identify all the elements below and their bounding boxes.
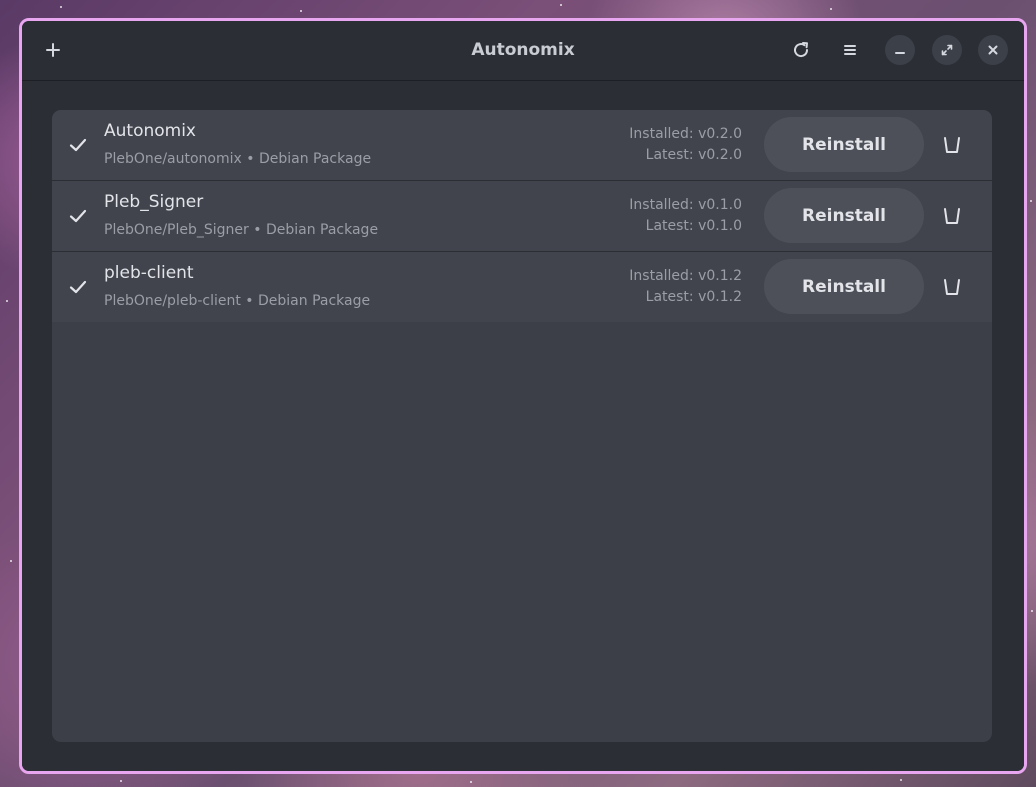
uninstall-button[interactable] (937, 201, 967, 231)
app-name: Pleb_Signer (104, 192, 204, 212)
app-name: Autonomix (104, 121, 196, 141)
list-item: Pleb_Signer PlebOne/Pleb_Signer • Debian… (52, 181, 992, 252)
version-info: Installed: v0.1.0 Latest: v0.1.0 (629, 195, 742, 237)
close-button[interactable] (978, 35, 1008, 65)
window-title: Autonomix (471, 40, 575, 60)
background-star (300, 10, 302, 12)
installed-apps-list: Autonomix PlebOne/autonomix • Debian Pac… (52, 110, 992, 742)
refresh-button[interactable] (785, 34, 817, 66)
uninstall-button[interactable] (937, 272, 967, 302)
installed-version: Installed: v0.1.2 (629, 268, 742, 284)
list-item: pleb-client PlebOne/pleb-client • Debian… (52, 252, 992, 322)
trash-icon (944, 137, 960, 153)
main-menu-button[interactable] (834, 34, 866, 66)
uninstall-button[interactable] (937, 130, 967, 160)
background-star (900, 779, 902, 781)
version-info: Installed: v0.2.0 Latest: v0.2.0 (629, 124, 742, 166)
minimize-button[interactable] (885, 35, 915, 65)
list-item: Autonomix PlebOne/autonomix • Debian Pac… (52, 110, 992, 181)
checkmark-icon (69, 209, 87, 223)
background-star (10, 560, 12, 562)
minimize-icon (895, 52, 905, 54)
latest-version: Latest: v0.1.0 (645, 218, 742, 234)
reinstall-button[interactable]: Reinstall (764, 259, 924, 314)
background-star (60, 6, 62, 8)
app-name: pleb-client (104, 263, 194, 283)
background-star (1031, 610, 1033, 612)
header-bar: Autonomix (22, 21, 1024, 81)
main-content: Autonomix PlebOne/autonomix • Debian Pac… (22, 81, 1024, 771)
app-source: PlebOne/pleb-client • Debian Package (104, 293, 371, 309)
refresh-icon (794, 42, 809, 58)
hamburger-menu-icon (844, 45, 856, 55)
maximize-button[interactable] (932, 35, 962, 65)
reinstall-button[interactable]: Reinstall (764, 117, 924, 172)
background-star (120, 780, 122, 782)
trash-icon (944, 208, 960, 224)
app-source: PlebOne/autonomix • Debian Package (104, 151, 372, 167)
trash-icon (944, 279, 960, 295)
app-source: PlebOne/Pleb_Signer • Debian Package (104, 222, 379, 238)
latest-version: Latest: v0.2.0 (645, 147, 742, 163)
latest-version: Latest: v0.1.2 (645, 289, 742, 305)
app-window: Autonomix Autonomix PlebOne/autonomix • … (19, 18, 1027, 774)
background-star (830, 8, 832, 10)
background-star (560, 4, 562, 6)
close-icon (988, 45, 998, 55)
checkmark-icon (69, 138, 87, 152)
reinstall-button[interactable]: Reinstall (764, 188, 924, 243)
checkmark-icon (69, 280, 87, 294)
installed-version: Installed: v0.1.0 (629, 197, 742, 213)
maximize-icon (941, 44, 953, 56)
background-star (470, 781, 472, 783)
background-star (6, 300, 8, 302)
version-info: Installed: v0.1.2 Latest: v0.1.2 (629, 266, 742, 308)
background-star (1030, 200, 1032, 202)
installed-version: Installed: v0.2.0 (629, 126, 742, 142)
